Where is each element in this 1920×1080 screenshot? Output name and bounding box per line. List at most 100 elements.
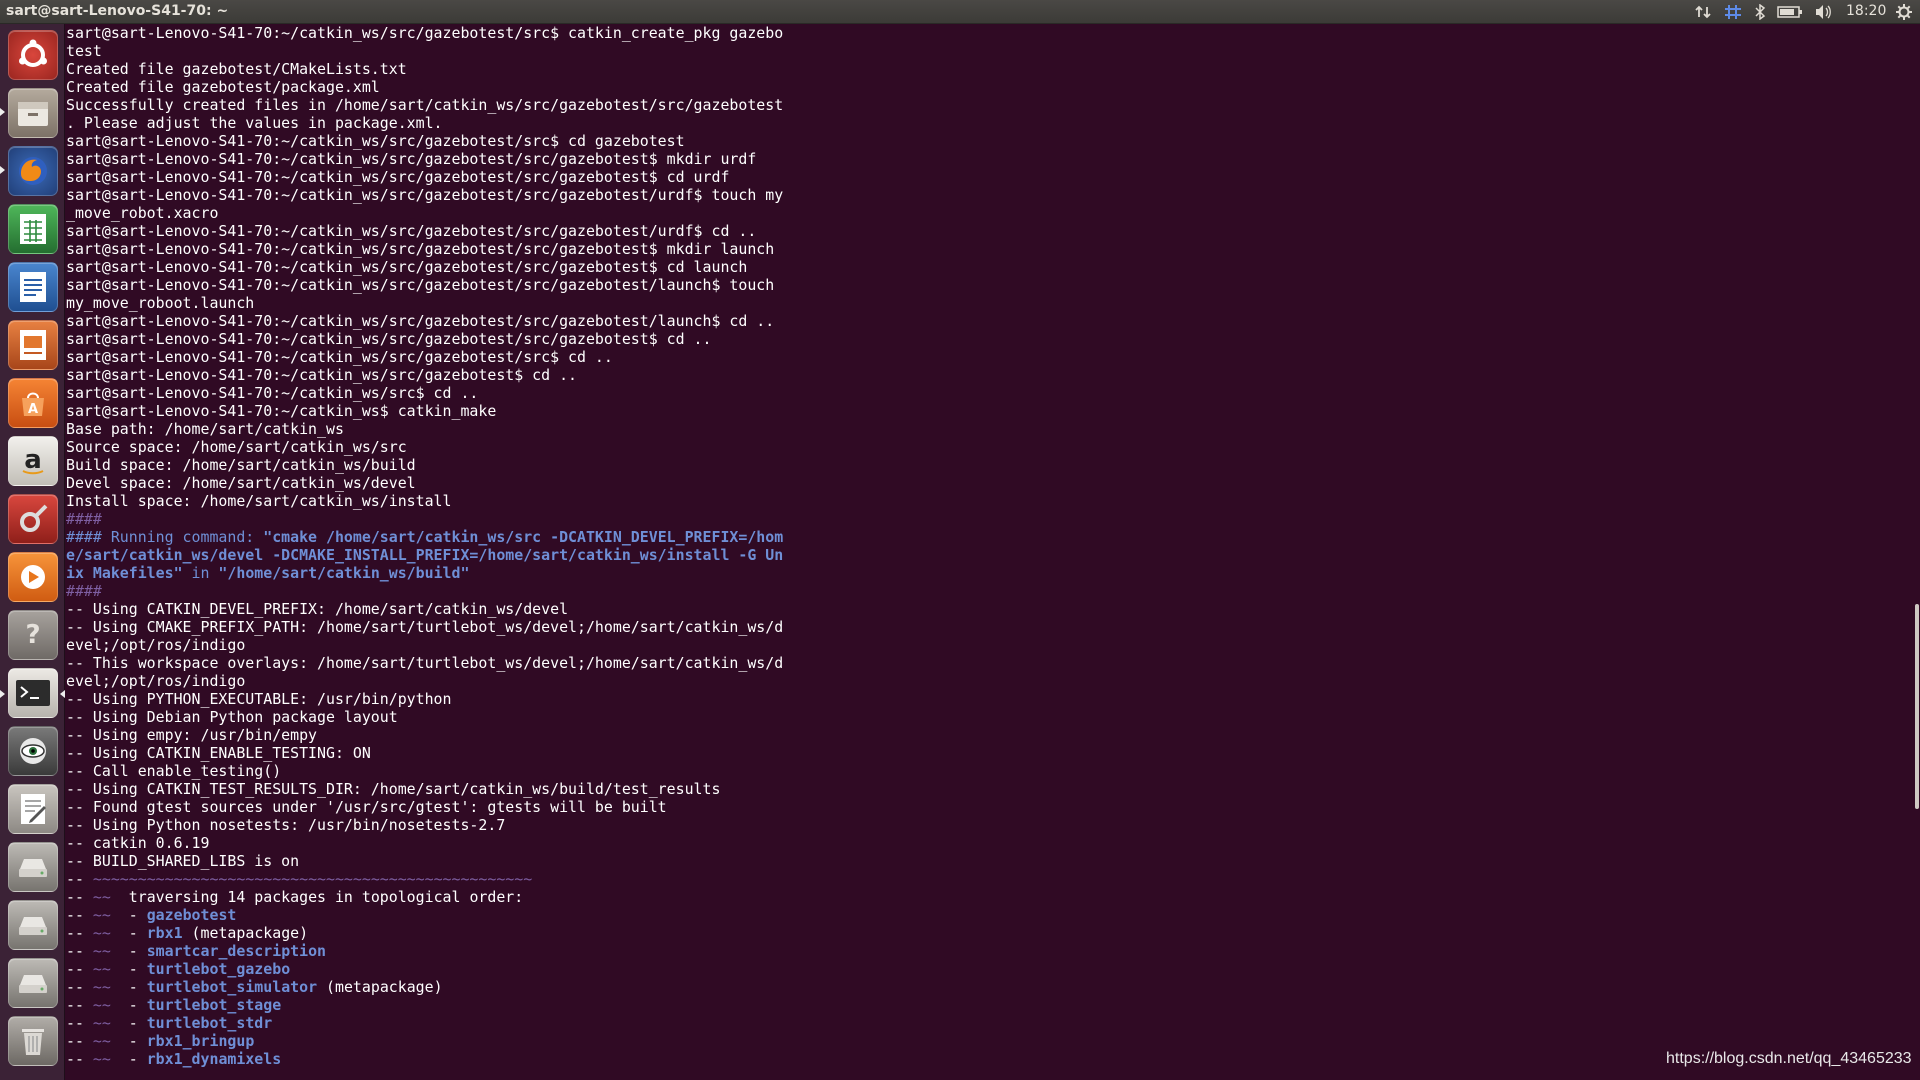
keyboard-input-icon[interactable]: [1722, 0, 1744, 24]
terminal-line: sart@sart-Lenovo-S41-70:~/catkin_ws/src/…: [66, 132, 685, 150]
pkg-prefix: --: [66, 906, 93, 924]
package-line: -- ~~ - turtlebot_stdr: [66, 1014, 1916, 1032]
drive-icon-3[interactable]: [8, 958, 58, 1008]
files-icon[interactable]: [8, 88, 58, 138]
terminal-line: sart@sart-Lenovo-S41-70:~/catkin_ws/src$…: [66, 384, 479, 402]
firefox-icon[interactable]: [8, 146, 58, 196]
package-name: turtlebot_stdr: [146, 1014, 273, 1032]
package-name: turtlebot_stage: [146, 996, 282, 1014]
pkg-tilde: ~~: [92, 1050, 111, 1068]
terminal-line: sart@sart-Lenovo-S41-70:~/catkin_ws/src/…: [66, 348, 613, 366]
package-name: rbx1_dynamixels: [146, 1050, 282, 1068]
pkg-prefix: --: [66, 1032, 93, 1050]
eye-app-icon[interactable]: [8, 726, 58, 776]
terminal-line: _move_robot.xacro: [66, 204, 219, 222]
pkg-dash: -: [110, 1014, 147, 1032]
svg-text:A: A: [28, 402, 38, 417]
pkg-dash: -: [110, 996, 147, 1014]
media-player-icon[interactable]: [8, 552, 58, 602]
terminal-line: sart@sart-Lenovo-S41-70:~/catkin_ws$ cat…: [66, 402, 497, 420]
build-dir: "/home/sart/catkin_ws/build": [218, 564, 470, 582]
package-name: rbx1: [146, 924, 183, 942]
package-line: -- ~~ - rbx1 (metapackage): [66, 924, 1916, 942]
pkg-prefix: --: [66, 1014, 93, 1032]
terminal-line: sart@sart-Lenovo-S41-70:~/catkin_ws/src/…: [66, 330, 712, 348]
bluetooth-icon[interactable]: [1752, 0, 1768, 24]
pkg-prefix: --: [66, 996, 93, 1014]
drive-icon-1[interactable]: [8, 842, 58, 892]
running-prefix: #### Running command:: [66, 528, 264, 546]
pkg-tilde: ~~: [92, 1014, 111, 1032]
output-line: -- Using PYTHON_EXECUTABLE: /usr/bin/pyt…: [66, 690, 452, 708]
volume-icon[interactable]: [1812, 0, 1834, 24]
launcher: A a ?: [0, 24, 65, 1080]
text-editor-icon[interactable]: [8, 784, 58, 834]
output-line: -- Using Debian Python package layout: [66, 708, 398, 726]
cmake-output: -- Using CATKIN_DEVEL_PREFIX: /home/sart…: [66, 600, 1916, 870]
terminal-line: my_move_roboot.launch: [66, 294, 255, 312]
package-name: smartcar_description: [146, 942, 327, 960]
package-suffix: (metapackage): [317, 978, 443, 996]
package-name: gazebotest: [146, 906, 237, 924]
battery-icon[interactable]: [1776, 0, 1804, 24]
pkg-dash: -: [110, 906, 147, 924]
network-updown-icon[interactable]: [1694, 0, 1712, 24]
terminal-line: test: [66, 42, 102, 60]
output-line: -- Using CATKIN_DEVEL_PREFIX: /home/sart…: [66, 600, 569, 618]
terminal-line: sart@sart-Lenovo-S41-70:~/catkin_ws/src/…: [66, 168, 730, 186]
terminal-line: sart@sart-Lenovo-S41-70:~/catkin_ws/src/…: [66, 240, 775, 258]
terminal-line: sart@sart-Lenovo-S41-70:~/catkin_ws/src/…: [66, 258, 748, 276]
pkg-prefix: --: [66, 978, 93, 996]
ubuntu-dash-icon[interactable]: [8, 30, 58, 80]
pkg-tilde: ~~: [92, 1032, 111, 1050]
clock[interactable]: 18:20: [1846, 3, 1886, 19]
terminal-line: Created file gazebotest/CMakeLists.txt: [66, 60, 407, 78]
gear-icon[interactable]: [1894, 0, 1914, 24]
output-line: -- Found gtest sources under '/usr/src/g…: [66, 798, 667, 816]
pkg-dash: -: [110, 1050, 147, 1068]
terminal-line: Devel space: /home/sart/catkin_ws/devel: [66, 474, 416, 492]
terminal-line: sart@sart-Lenovo-S41-70:~/catkin_ws/src/…: [66, 222, 757, 240]
terminal-line: Base path: /home/sart/catkin_ws: [66, 420, 344, 438]
drive-icon-2[interactable]: [8, 900, 58, 950]
package-line: -- ~~ - turtlebot_gazebo: [66, 960, 1916, 978]
running-command-line-3: ix Makefiles" in "/home/sart/catkin_ws/b…: [66, 564, 1916, 582]
terminal-line: Successfully created files in /home/sart…: [66, 96, 784, 114]
top-panel: sart@sart-Lenovo-S41-70: ~ 18:20: [0, 0, 1920, 24]
system-settings-icon[interactable]: [8, 494, 58, 544]
software-center-icon[interactable]: A: [8, 378, 58, 428]
svg-text:a: a: [24, 445, 42, 475]
output-line: -- catkin 0.6.19: [66, 834, 210, 852]
help-icon[interactable]: ?: [8, 610, 58, 660]
pkg-prefix: --: [66, 942, 93, 960]
pkg-dash: -: [110, 960, 147, 978]
terminal-line: sart@sart-Lenovo-S41-70:~/catkin_ws/src/…: [66, 312, 775, 330]
output-line: -- Using CATKIN_TEST_RESULTS_DIR: /home/…: [66, 780, 721, 798]
terminal-scrollbar[interactable]: [1915, 604, 1919, 809]
command-history: sart@sart-Lenovo-S41-70:~/catkin_ws/src/…: [66, 24, 1916, 510]
pkg-prefix: --: [66, 924, 93, 942]
separator-prefix: --: [66, 870, 93, 888]
package-line: -- ~~ - turtlebot_simulator (metapackage…: [66, 978, 1916, 996]
pkg-tilde: ~~: [92, 942, 111, 960]
output-line: evel;/opt/ros/indigo: [66, 636, 246, 654]
pkg-dash: -: [110, 942, 147, 960]
terminal-output[interactable]: sart@sart-Lenovo-S41-70:~/catkin_ws/src/…: [66, 24, 1916, 1080]
cmake-command-part1: "cmake /home/sart/catkin_ws/src -DCATKIN…: [263, 528, 784, 546]
impress-presentation-icon[interactable]: [8, 320, 58, 370]
terminal-line: sart@sart-Lenovo-S41-70:~/catkin_ws/src/…: [66, 366, 578, 384]
separator-line: -- ~~~~~~~~~~~~~~~~~~~~~~~~~~~~~~~~~~~~~…: [66, 870, 1916, 888]
traverse-line: -- ~~ traversing 14 packages in topologi…: [66, 888, 1916, 906]
calc-spreadsheet-icon[interactable]: [8, 204, 58, 254]
package-suffix: (metapackage): [182, 924, 309, 942]
trash-icon[interactable]: [8, 1016, 58, 1066]
in-word: in: [182, 564, 219, 582]
package-name: turtlebot_gazebo: [146, 960, 291, 978]
window-title: sart@sart-Lenovo-S41-70: ~: [6, 3, 229, 19]
output-line: -- Call enable_testing(): [66, 762, 282, 780]
terminal-line: sart@sart-Lenovo-S41-70:~/catkin_ws/src/…: [66, 24, 784, 42]
terminal-icon[interactable]: [8, 668, 58, 718]
writer-document-icon[interactable]: [8, 262, 58, 312]
package-name: rbx1_bringup: [146, 1032, 255, 1050]
amazon-icon[interactable]: a: [8, 436, 58, 486]
